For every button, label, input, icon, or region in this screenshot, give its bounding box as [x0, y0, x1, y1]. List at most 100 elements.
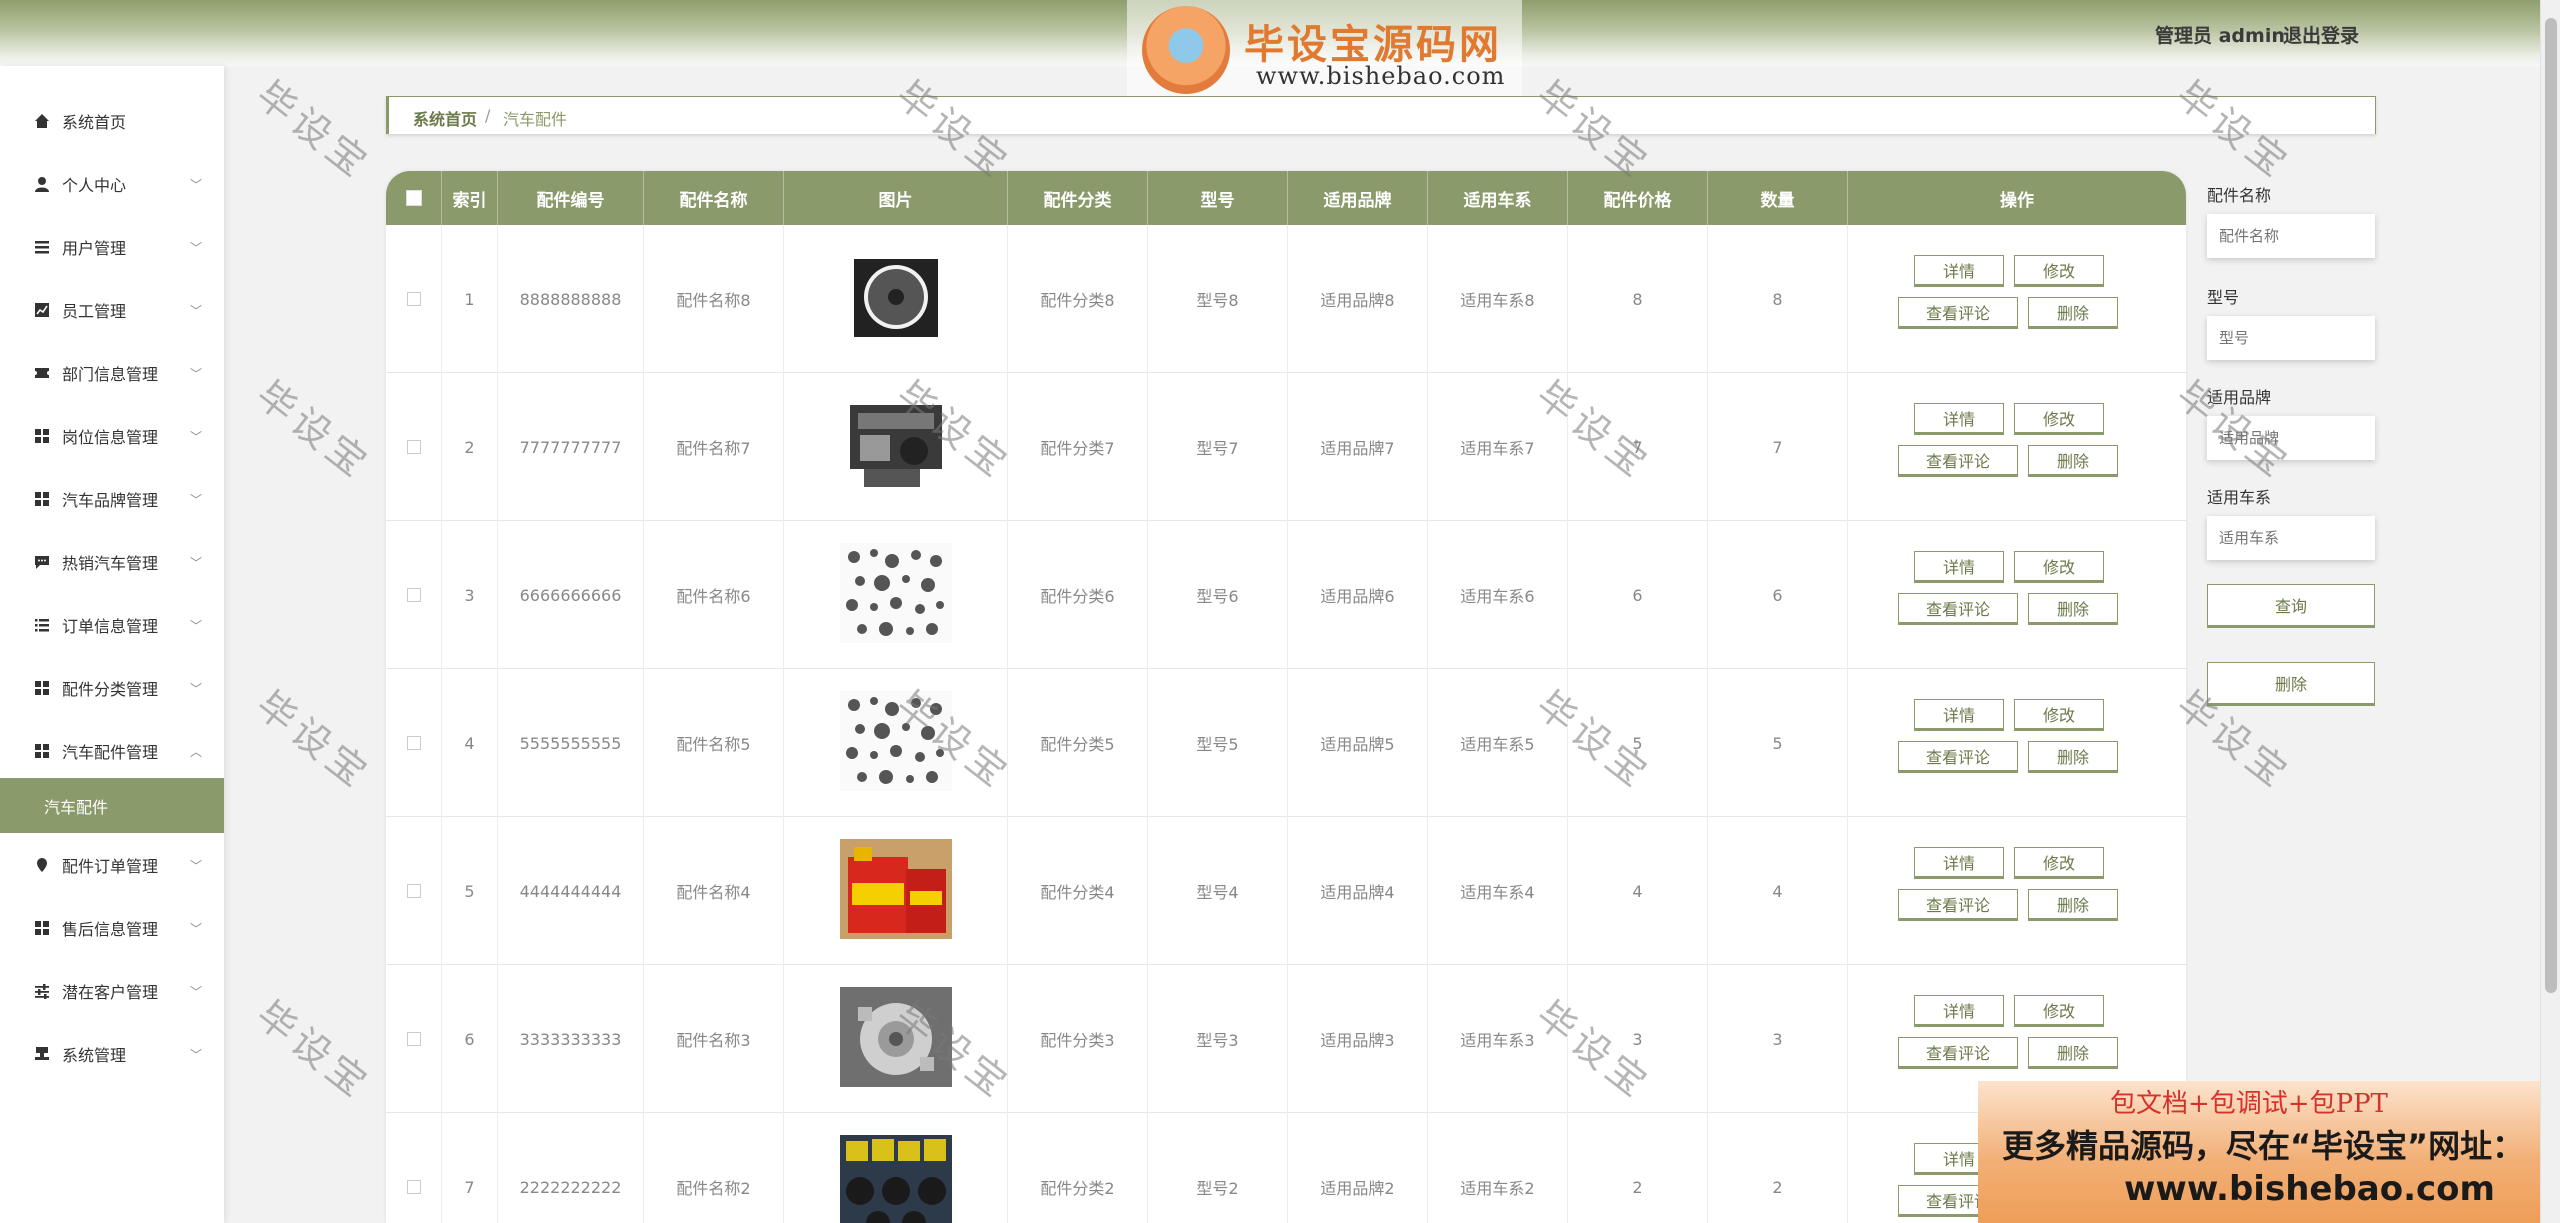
edit-button[interactable]: 修改: [2014, 995, 2104, 1027]
part-image[interactable]: [784, 373, 1008, 521]
part-image[interactable]: [784, 1113, 1008, 1223]
detail-button[interactable]: 详情: [1914, 403, 2004, 435]
sidebar-item-label: 售后信息管理: [62, 920, 159, 939]
sidebar-item-car-brands[interactable]: 汽车品牌管理 ﹀: [0, 477, 224, 521]
cell-qty: 3: [1708, 965, 1848, 1113]
sidebar-item-departments[interactable]: 部门信息管理 ﹀: [0, 351, 224, 395]
cell-series: 适用车系8: [1428, 225, 1568, 373]
delete-button[interactable]: 删除: [2028, 741, 2118, 773]
delete-button[interactable]: 删除: [2028, 593, 2118, 625]
column-header[interactable]: 配件分类: [1008, 171, 1148, 225]
select-all-checkbox[interactable]: [405, 190, 422, 206]
column-header[interactable]: 型号: [1148, 171, 1288, 225]
table-row[interactable]: 3 6666666666 配件名称6 配件分类6 型号6 适用品牌6 适用车系6 6 6 详情 修改…: [386, 521, 2186, 669]
sidebar-item-label: 潜在客户管理: [62, 983, 159, 1002]
breadcrumb-home[interactable]: 系统首页: [413, 106, 477, 130]
sidebar-item-home[interactable]: 系统首页: [0, 99, 224, 143]
search-model-input[interactable]: [2207, 316, 2375, 360]
sidebar-item-car-parts[interactable]: 汽车配件管理 ︿: [0, 729, 224, 773]
table-row[interactable]: 72222222222配件名称2配件分类2型号2适用品牌2适用车系222详情修改…: [386, 1113, 2186, 1223]
sidebar-item-profile[interactable]: 个人中心 ﹀: [0, 162, 224, 206]
view-reviews-button[interactable]: 查看评论: [1898, 741, 2018, 773]
column-header[interactable]: 适用品牌: [1288, 171, 1428, 225]
row-checkbox[interactable]: [406, 884, 421, 898]
table-row[interactable]: 6 3333333333 配件名称3 配件分类3 型号3 适用品牌3 适用车系3 3 3 详情 修改…: [386, 965, 2186, 1113]
detail-button[interactable]: 详情: [1914, 551, 2004, 583]
column-header[interactable]: 图片: [784, 171, 1008, 225]
sidebar-item-system[interactable]: 系统管理 ﹀: [0, 1032, 224, 1076]
logout-link[interactable]: 退出登录: [2283, 21, 2359, 48]
cell-model: 型号7: [1148, 373, 1288, 521]
query-button[interactable]: 查询: [2207, 584, 2375, 628]
sidebar-item-label: 用户管理: [62, 239, 127, 258]
table-row[interactable]: 1 8888888888 配件名称8 配件分类8 型号8 适用品牌8 适用车系8 8 8 详情 修改…: [386, 225, 2186, 373]
row-checkbox[interactable]: [406, 440, 421, 454]
select-all-cell: [386, 171, 442, 225]
detail-button[interactable]: 详情: [1914, 255, 2004, 287]
delete-button[interactable]: 删除: [2028, 297, 2118, 329]
scrollbar-thumb[interactable]: [2545, 18, 2557, 993]
view-reviews-button[interactable]: 查看评论: [1898, 445, 2018, 477]
part-image[interactable]: [784, 669, 1008, 817]
sidebar-item-hot-cars[interactable]: 热销汽车管理 ﹀: [0, 540, 224, 584]
part-image[interactable]: [784, 965, 1008, 1113]
sidebar-item-positions[interactable]: 岗位信息管理 ﹀: [0, 414, 224, 458]
edit-button[interactable]: 修改: [2014, 847, 2104, 879]
column-header[interactable]: 配件价格: [1568, 171, 1708, 225]
row-checkbox[interactable]: [406, 1180, 421, 1194]
chevron-down-icon: ﹀: [190, 555, 203, 570]
column-header[interactable]: 数量: [1708, 171, 1848, 225]
page-scrollbar[interactable]: [2540, 0, 2560, 1223]
water-pump-image: [839, 987, 952, 1091]
chevron-down-icon: ﹀: [190, 429, 203, 444]
edit-button[interactable]: 修改: [2014, 255, 2104, 287]
sidebar-item-label: 配件分类管理: [62, 680, 159, 699]
delete-button[interactable]: 删除: [2028, 445, 2118, 477]
edit-button[interactable]: 修改: [2014, 551, 2104, 583]
edit-button[interactable]: 修改: [2014, 699, 2104, 731]
sidebar-item-staff[interactable]: 员工管理 ﹀: [0, 288, 224, 332]
sidebar-item-after-sales[interactable]: 售后信息管理 ﹀: [0, 906, 224, 950]
delete-button[interactable]: 删除: [2028, 889, 2118, 921]
row-select-cell: [386, 373, 442, 521]
column-header[interactable]: 索引: [442, 171, 498, 225]
column-header[interactable]: 配件编号: [498, 171, 644, 225]
detail-button[interactable]: 详情: [1914, 699, 2004, 731]
search-brand-input[interactable]: [2207, 416, 2375, 460]
batch-delete-button[interactable]: 删除: [2207, 662, 2375, 706]
row-checkbox[interactable]: [406, 588, 421, 602]
chevron-down-icon: ﹀: [190, 921, 203, 936]
sidebar-item-users[interactable]: 用户管理 ﹀: [0, 225, 224, 269]
part-image[interactable]: [784, 521, 1008, 669]
sidebar-subitem-label: 汽车配件: [44, 797, 109, 817]
sidebar-subitem-car-parts[interactable]: 汽车配件: [0, 778, 224, 833]
column-header[interactable]: 适用车系: [1428, 171, 1568, 225]
part-image[interactable]: [784, 817, 1008, 965]
part-image[interactable]: [784, 225, 1008, 373]
table-row[interactable]: 5 4444444444 配件名称4 配件分类4 型号4 适用品牌4 适用车系4 4 4 详情 修改…: [386, 817, 2186, 965]
table-row[interactable]: 4 5555555555 配件名称5 配件分类5 型号5 适用品牌5 适用车系5 5 5 详情 修改…: [386, 669, 2186, 817]
detail-button[interactable]: 详情: [1914, 847, 2004, 879]
view-reviews-button[interactable]: 查看评论: [1898, 1037, 2018, 1069]
watermark-text: 毕设宝: [248, 992, 380, 1109]
search-series-input[interactable]: [2207, 516, 2375, 560]
sidebar-item-potential-customers[interactable]: 潜在客户管理 ﹀: [0, 969, 224, 1013]
sidebar-item-part-orders[interactable]: 配件订单管理 ﹀: [0, 843, 224, 887]
column-header[interactable]: 操作: [1848, 171, 2186, 225]
column-header[interactable]: 配件名称: [644, 171, 784, 225]
cell-brand: 适用品牌4: [1288, 817, 1428, 965]
delete-button[interactable]: 删除: [2028, 1037, 2118, 1069]
view-reviews-button[interactable]: 查看评论: [1898, 889, 2018, 921]
edit-button[interactable]: 修改: [2014, 403, 2104, 435]
sidebar-item-orders[interactable]: 订单信息管理 ﹀: [0, 603, 224, 647]
row-checkbox[interactable]: [406, 1032, 421, 1046]
row-checkbox[interactable]: [406, 292, 421, 306]
view-reviews-button[interactable]: 查看评论: [1898, 593, 2018, 625]
row-checkbox[interactable]: [406, 736, 421, 750]
search-name-input[interactable]: [2207, 214, 2375, 258]
view-reviews-button[interactable]: 查看评论: [1898, 297, 2018, 329]
cell-price: 2: [1568, 1113, 1708, 1223]
sidebar-item-part-categories[interactable]: 配件分类管理 ﹀: [0, 666, 224, 710]
table-row[interactable]: 2 7777777777 配件名称7 配件分类7 型号7 适用品牌7 适用车系7 7 7 详情 修改…: [386, 373, 2186, 521]
detail-button[interactable]: 详情: [1914, 995, 2004, 1027]
